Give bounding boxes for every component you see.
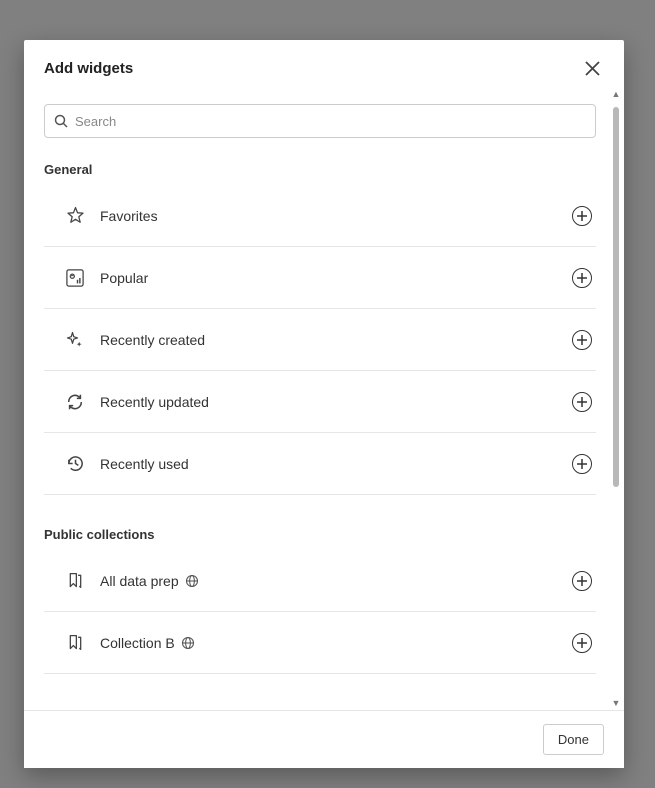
plus-icon xyxy=(577,397,587,407)
add-button[interactable] xyxy=(572,633,592,653)
widget-item-label: Favorites xyxy=(100,208,572,224)
done-button[interactable]: Done xyxy=(543,724,604,755)
modal-footer: Done xyxy=(24,710,624,768)
widget-item-label: Recently created xyxy=(100,332,572,348)
refresh-icon xyxy=(64,393,86,411)
search-icon xyxy=(53,113,69,129)
add-button[interactable] xyxy=(572,392,592,412)
plus-icon xyxy=(577,211,587,221)
widget-item-all-data-prep: All data prep xyxy=(44,550,596,612)
plus-icon xyxy=(577,335,587,345)
close-button[interactable] xyxy=(580,56,604,80)
sparkle-icon xyxy=(64,330,86,350)
bookmark-collection-icon xyxy=(64,633,86,652)
scroll-up-arrow-icon[interactable]: ▲ xyxy=(612,88,621,101)
add-widgets-modal: Add widgets General Favorites xyxy=(24,40,624,768)
widget-item-label: All data prep xyxy=(100,573,572,589)
widget-item-label: Recently used xyxy=(100,456,572,472)
scrollbar[interactable]: ▲ ▼ xyxy=(610,88,622,710)
globe-icon xyxy=(181,636,195,650)
modal-body: General Favorites Popular xyxy=(24,88,624,710)
widget-item-text: Collection B xyxy=(100,635,175,651)
widget-item-popular: Popular xyxy=(44,247,596,309)
clock-history-icon xyxy=(64,454,86,473)
add-button[interactable] xyxy=(572,206,592,226)
scrollbar-thumb[interactable] xyxy=(613,107,619,487)
widget-item-favorites: Favorites xyxy=(44,185,596,247)
scroll-down-arrow-icon[interactable]: ▼ xyxy=(612,697,621,710)
plus-icon xyxy=(577,459,587,469)
plus-icon xyxy=(577,638,587,648)
section-title-public: Public collections xyxy=(44,527,596,542)
search-input[interactable] xyxy=(75,114,587,129)
popular-icon xyxy=(64,269,86,287)
widget-item-text: All data prep xyxy=(100,573,179,589)
add-button[interactable] xyxy=(572,330,592,350)
globe-icon xyxy=(185,574,199,588)
widget-item-recently-updated: Recently updated xyxy=(44,371,596,433)
add-button[interactable] xyxy=(572,571,592,591)
search-box[interactable] xyxy=(44,104,596,138)
section-title-general: General xyxy=(44,162,596,177)
modal-header: Add widgets xyxy=(24,40,624,88)
add-button[interactable] xyxy=(572,454,592,474)
widget-item-collection-b: Collection B xyxy=(44,612,596,674)
widget-item-recently-used: Recently used xyxy=(44,433,596,495)
add-button[interactable] xyxy=(572,268,592,288)
scroll-area[interactable]: General Favorites Popular xyxy=(44,88,624,710)
plus-icon xyxy=(577,273,587,283)
modal-title: Add widgets xyxy=(44,60,133,77)
widget-item-label: Popular xyxy=(100,270,572,286)
close-icon xyxy=(585,61,600,76)
widget-item-recently-created: Recently created xyxy=(44,309,596,371)
plus-icon xyxy=(577,576,587,586)
widget-item-label: Collection B xyxy=(100,635,572,651)
widget-item-label: Recently updated xyxy=(100,394,572,410)
bookmark-collection-icon xyxy=(64,571,86,590)
star-icon xyxy=(64,206,86,225)
